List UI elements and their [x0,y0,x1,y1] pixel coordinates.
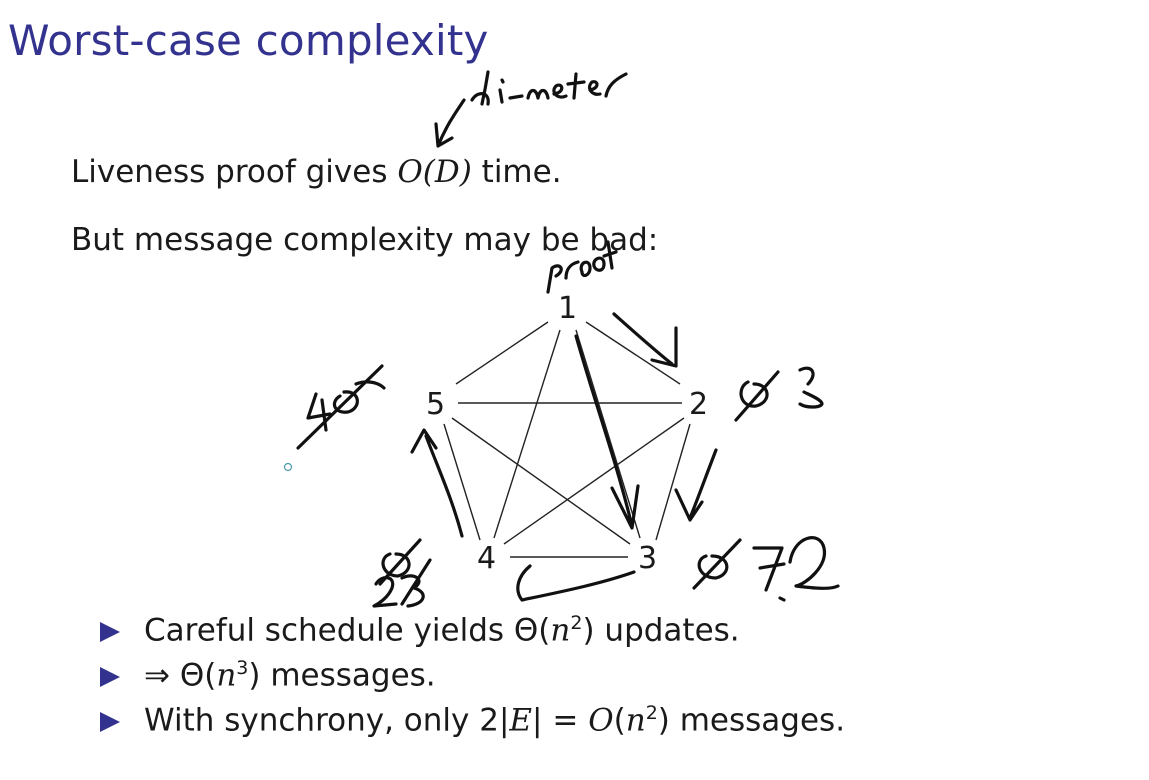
node5-distance-annotation [296,364,386,450]
node-1-label: 1 [558,291,577,326]
bullet-list: Careful schedule yields Θ(n2) updates. ⇒… [100,612,845,747]
bullet-item: With synchrony, only 2|E| = O(n2) messag… [100,702,845,747]
bullet-math: n [550,612,571,649]
bullet-text: ) messages. [657,702,846,739]
bullet-exponent: 3 [236,657,249,679]
edge-1-3 [575,329,641,539]
bullet-text: ( [613,702,626,739]
bullet-text: ) messages. [248,657,436,694]
node3-distance-annotation [692,536,840,602]
bullet-math: E [509,702,533,739]
bullet-item: Careful schedule yields Θ(n2) updates. [100,612,845,657]
diameter-annotation [434,70,628,148]
ink-annotations [283,70,840,608]
node-5-label: 5 [426,387,445,422]
edge-5-4 [443,423,481,541]
ink-arrow-4-5 [410,428,464,538]
bullet-text: With synchrony, only 2| [144,702,510,739]
ink-arrow-3-4 [516,564,636,602]
cursor-dot [283,462,293,472]
node-3-label: 3 [638,541,657,576]
edge-1-5 [455,321,549,385]
node-2-label: 2 [689,387,708,422]
bullet-exponent: 2 [570,612,583,634]
bullet-triangle-icon [100,622,120,642]
ink-arrow-1-2 [612,312,678,368]
bullet-text: | = [532,702,589,739]
bullet-math: O [588,702,614,739]
proof-annotation [546,240,618,294]
bullet-math: n [216,657,237,694]
bullet-math: n [625,702,646,739]
edge-2-4 [503,417,685,545]
bullet-text: ⇒ Θ( [144,657,217,694]
bullet-text: ) updates. [582,612,740,649]
node-4-label: 4 [477,541,496,576]
edge-5-3 [451,417,631,545]
node4-distance-annotation [372,538,432,608]
node2-distance-annotation [734,366,824,422]
bullet-item: ⇒ Θ(n3) messages. [100,657,845,702]
bullet-exponent: 2 [645,702,658,724]
bullet-text: Careful schedule yields Θ( [144,612,551,649]
edge-2-3 [655,423,691,541]
ink-arrow-2-3 [674,448,718,522]
bullet-triangle-icon [100,667,120,687]
graph-edges [443,321,691,558]
bullet-triangle-icon [100,712,120,732]
edge-1-4 [493,329,561,539]
